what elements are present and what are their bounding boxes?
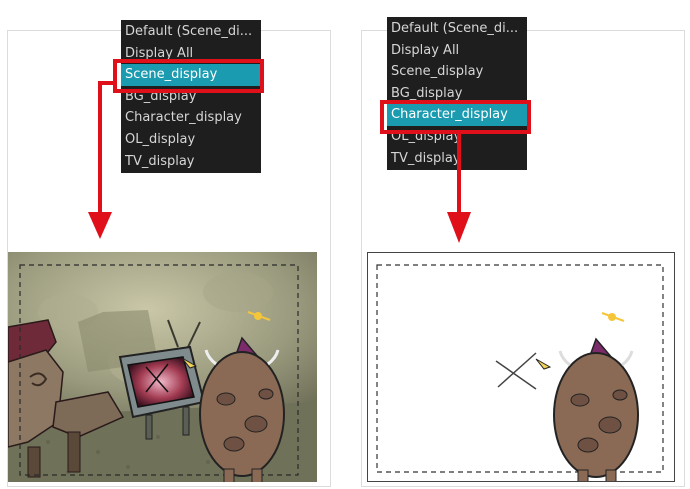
left-arrow — [88, 81, 113, 239]
scene-artwork — [8, 252, 317, 482]
left-scene-viewport[interactable] — [8, 252, 317, 482]
party-monster-character — [535, 312, 639, 481]
character-artwork — [376, 264, 664, 481]
right-arrow — [447, 134, 471, 243]
right-character-viewport[interactable] — [367, 252, 675, 482]
